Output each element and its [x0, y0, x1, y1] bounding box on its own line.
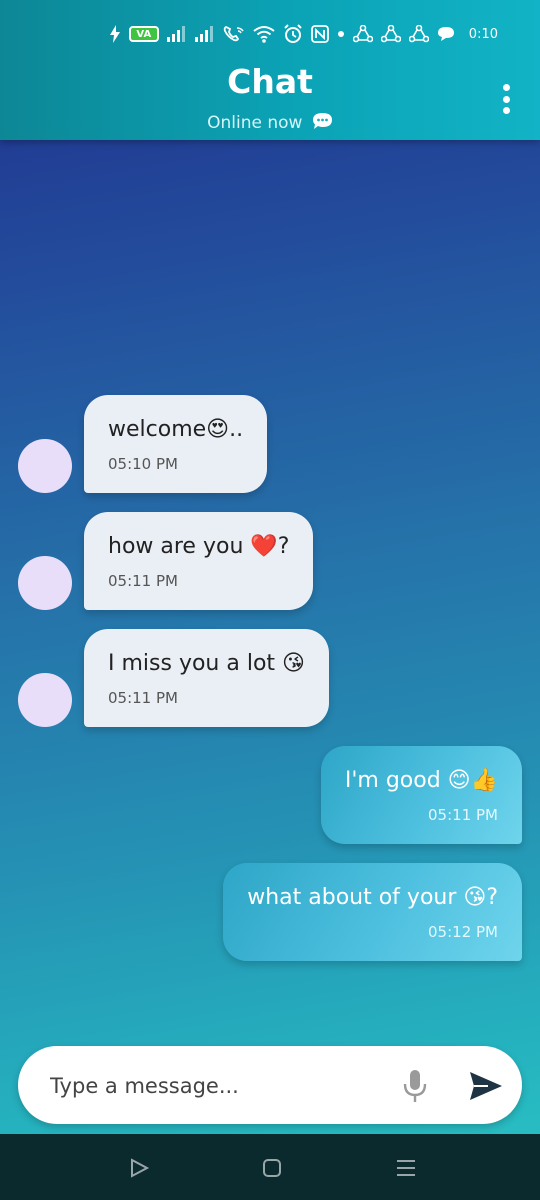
- send-icon[interactable]: [468, 1070, 504, 1102]
- avatar: [18, 439, 72, 493]
- message-bubble-outgoing: what about of your 😘? 05:12 PM: [223, 863, 522, 961]
- message-bubble-incoming: welcome😍.. 05:10 PM: [84, 395, 268, 493]
- avatar: [18, 673, 72, 727]
- alarm-icon: [283, 24, 303, 44]
- message-bubble-icon: [437, 24, 455, 44]
- message-time: 05:11 PM: [428, 806, 498, 824]
- battery-icon: VA: [128, 26, 159, 42]
- message-bubble-incoming: how are you ❤️? 05:11 PM: [84, 512, 314, 610]
- online-status-text: Online now: [207, 113, 303, 133]
- message-text: what about of your 😘?: [247, 885, 498, 910]
- dot-icon: [337, 24, 345, 44]
- signal-icon-2: [194, 24, 215, 44]
- message-text: I miss you a lot 😘: [108, 651, 305, 676]
- wifi-icon: [253, 24, 275, 44]
- sync-icon: [352, 24, 373, 44]
- message-time: 05:10 PM: [108, 455, 178, 473]
- microphone-icon[interactable]: [400, 1068, 430, 1104]
- charging-icon: [109, 24, 121, 44]
- message-time: 05:12 PM: [428, 923, 498, 941]
- message-text: how are you ❤️?: [108, 534, 290, 559]
- app-header: VA 0:10 Chat Online now: [0, 0, 540, 140]
- page-title: Chat: [227, 62, 313, 101]
- nfc-icon: [310, 24, 329, 44]
- message-time: 05:11 PM: [108, 689, 178, 707]
- message-input[interactable]: [48, 1065, 382, 1107]
- recents-menu-icon[interactable]: [394, 1156, 418, 1180]
- back-triangle-icon[interactable]: [128, 1156, 152, 1180]
- message-bubble-outgoing: I'm good 😊👍 05:11 PM: [320, 746, 522, 844]
- sync-icon-3: [408, 24, 429, 44]
- message-composer: [18, 1046, 522, 1124]
- message-bubble-incoming: I miss you a lot 😘 05:11 PM: [84, 629, 329, 727]
- signal-icon: [166, 24, 187, 44]
- status-time: 0:10: [468, 26, 498, 42]
- wifi-calling-icon: [223, 24, 245, 44]
- chat-bubble-icon: [312, 112, 333, 136]
- message-text: I'm good 😊👍: [344, 768, 498, 793]
- sync-icon-2: [380, 24, 401, 44]
- more-vertical-icon[interactable]: [500, 84, 512, 114]
- message-text: welcome😍..: [108, 417, 244, 442]
- message-time: 05:11 PM: [108, 572, 178, 590]
- home-square-icon[interactable]: [260, 1156, 284, 1180]
- avatar: [18, 556, 72, 610]
- online-status: Online now: [0, 112, 540, 136]
- status-bar: VA 0:10: [109, 18, 498, 50]
- system-nav-bar: [0, 1134, 540, 1200]
